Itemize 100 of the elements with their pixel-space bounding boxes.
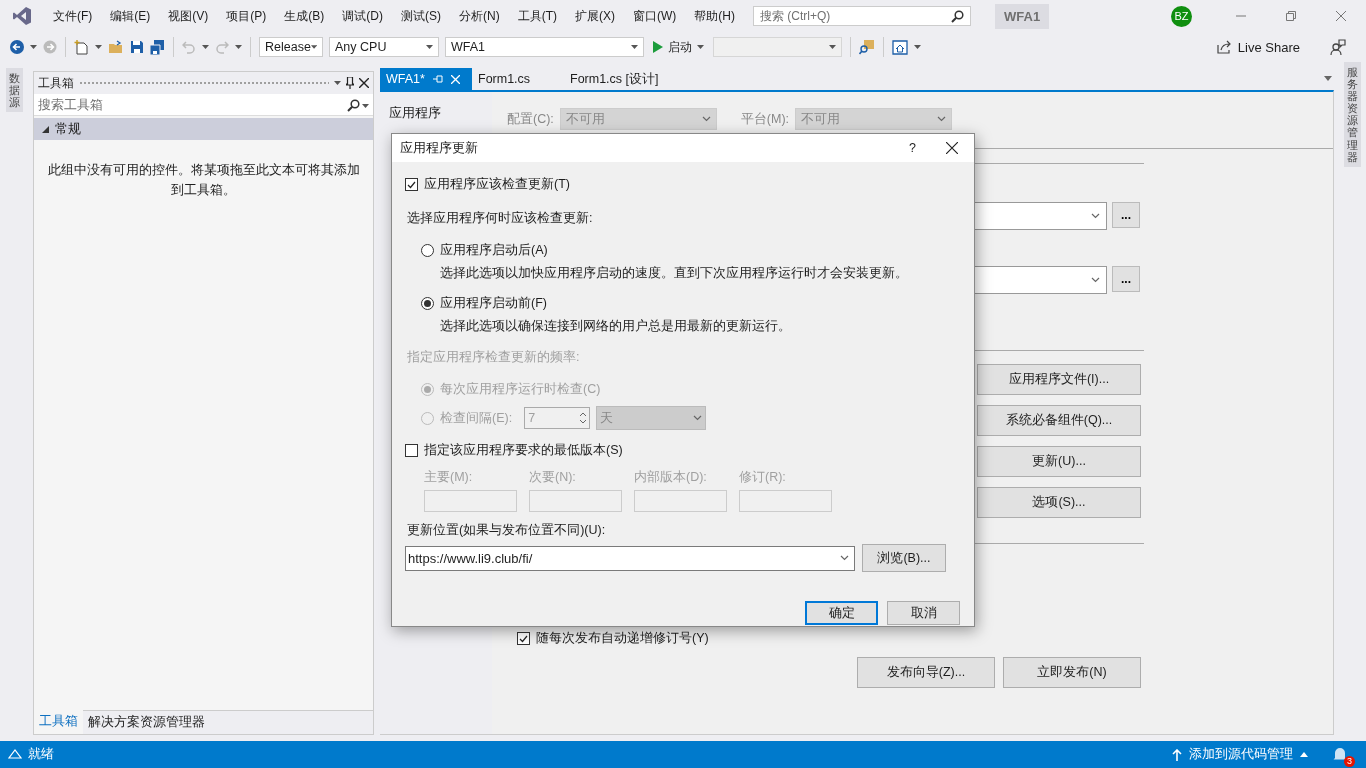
option-description: 选择此选项以加快应用程序启动的速度。直到下次应用程序运行时才会安装更新。 xyxy=(440,265,909,282)
caret-icon xyxy=(334,81,341,85)
publish-button[interactable]: 立即发布(N) xyxy=(1003,657,1141,688)
version-input-field[interactable] xyxy=(424,490,517,512)
configuration-dropdown[interactable]: Release xyxy=(259,37,323,57)
checkbox-label: 指定该应用程序要求的最低版本(S) xyxy=(424,442,623,459)
caret-icon xyxy=(426,45,433,49)
section-label: 指定应用程序检查更新的频率: xyxy=(407,349,581,366)
app-logo-icon xyxy=(12,6,32,26)
settings-button[interactable]: 选项(S)... xyxy=(977,487,1141,518)
menu-item[interactable]: 测试(S) xyxy=(392,7,450,25)
empty-group-message: 此组中没有可用的控件。将某项拖至此文本可将其添加到工具箱。 xyxy=(46,162,361,199)
caret-icon xyxy=(202,45,209,49)
live-share-button[interactable]: Live Share xyxy=(1212,39,1304,55)
help-button[interactable]: ? xyxy=(909,141,916,155)
radio-label: 检查间隔(E): xyxy=(440,409,513,427)
version-input-field[interactable] xyxy=(634,490,727,512)
pin-icon[interactable] xyxy=(346,77,354,89)
server-explorer-tab[interactable]: 服务器资源管理器 xyxy=(1343,62,1361,167)
restore-icon[interactable] xyxy=(1286,11,1296,21)
ok-button[interactable]: 确定 xyxy=(805,601,878,625)
version-label: 修订(R): xyxy=(739,469,787,486)
checkbox[interactable] xyxy=(405,444,418,457)
source-control-button[interactable]: 添加到源代码管理 xyxy=(1172,746,1308,763)
save-icon[interactable] xyxy=(130,40,144,54)
menu-item[interactable]: 扩展(X) xyxy=(566,7,624,25)
section-label: 选择应用程序何时应该检查更新: xyxy=(407,210,594,227)
panel-tab[interactable]: 解决方案资源管理器 xyxy=(83,711,210,734)
search-field[interactable]: 搜索 (Ctrl+Q) xyxy=(753,6,971,26)
platform-dropdown[interactable]: Any CPU xyxy=(329,37,439,57)
radio-button[interactable] xyxy=(421,297,434,310)
caret-icon xyxy=(310,45,317,49)
menu-item[interactable]: 视图(V) xyxy=(159,7,218,25)
settings-button[interactable]: 应用程序文件(I)... xyxy=(977,364,1141,395)
home-window-icon[interactable] xyxy=(892,39,908,55)
cancel-button[interactable]: 取消 xyxy=(887,601,960,625)
config-label: 配置(C): xyxy=(507,110,554,128)
version-input-field[interactable] xyxy=(739,490,832,512)
option-description: 选择此选项以确保连接到网络的用户总是用最新的更新运行。 xyxy=(440,318,792,335)
update-location-field[interactable]: https://www.li9.club/fi/ xyxy=(405,545,855,571)
play-icon xyxy=(653,41,663,53)
bell-icon xyxy=(1332,745,1348,762)
search-icon[interactable] xyxy=(347,99,360,112)
caret-icon xyxy=(697,45,704,49)
notifications-button[interactable]: 3 xyxy=(1332,745,1352,764)
document-tab[interactable]: Form1.cs [设计] xyxy=(564,68,665,90)
solution-name: WFA1 xyxy=(995,3,1050,29)
menu-item[interactable]: 编辑(E) xyxy=(101,7,160,25)
checkbox-label: 应用程序应该检查更新(T) xyxy=(424,176,570,193)
toolbox-title: 工具箱 xyxy=(38,74,74,92)
toolbox-search-field[interactable]: 搜索工具箱 xyxy=(34,94,373,116)
nav-item[interactable]: 应用程序 xyxy=(380,102,492,125)
menu-item[interactable]: 项目(P) xyxy=(217,7,276,25)
radio-button[interactable] xyxy=(421,411,434,425)
checkbox[interactable] xyxy=(405,178,418,191)
startup-project-dropdown[interactable]: WFA1 xyxy=(445,37,644,57)
version-input-field[interactable] xyxy=(529,490,622,512)
menu-item[interactable]: 分析(N) xyxy=(450,7,509,25)
caret-icon xyxy=(362,103,369,108)
checkbox[interactable] xyxy=(517,632,530,645)
menu-item[interactable]: 帮助(H) xyxy=(685,7,744,25)
panel-tab[interactable]: 工具箱 xyxy=(34,710,83,734)
browse-ellipsis-button[interactable]: ... xyxy=(1112,266,1140,292)
save-all-icon[interactable] xyxy=(150,39,165,55)
start-button[interactable]: 启动 xyxy=(650,38,707,56)
menu-item[interactable]: 调试(D) xyxy=(333,7,392,25)
open-folder-icon[interactable] xyxy=(108,40,124,54)
settings-button[interactable]: 更新(U)... xyxy=(977,446,1141,477)
toolbox-group-header[interactable]: 常规 xyxy=(34,118,373,140)
menu-item[interactable]: 文件(F) xyxy=(44,7,102,25)
find-files-icon[interactable] xyxy=(859,39,875,55)
menu-item[interactable]: 工具(T) xyxy=(508,7,566,25)
expander-icon[interactable] xyxy=(42,125,49,133)
publish-button[interactable]: 发布向导(Z)... xyxy=(857,657,995,688)
caret-icon xyxy=(914,45,921,49)
radio-button[interactable] xyxy=(421,244,434,257)
user-avatar[interactable]: BZ xyxy=(1171,5,1192,27)
close-icon[interactable] xyxy=(359,78,369,88)
dialog-title: 应用程序更新 xyxy=(400,139,478,157)
section-label: 更新位置(如果与发布位置不同)(U): xyxy=(407,522,607,539)
browse-button[interactable]: 浏览(B)... xyxy=(862,544,946,572)
tab-list-caret-icon[interactable] xyxy=(1324,76,1332,81)
close-icon[interactable] xyxy=(946,142,958,154)
search-icon xyxy=(951,10,964,23)
feedback-person-icon[interactable] xyxy=(1330,39,1346,55)
new-item-icon[interactable] xyxy=(74,39,89,55)
data-sources-tab[interactable]: 数据源 xyxy=(5,68,23,113)
browse-ellipsis-button[interactable]: ... xyxy=(1112,202,1140,228)
caret-icon xyxy=(1300,752,1308,757)
radio-label: 应用程序启动后(A) xyxy=(440,242,548,259)
radio-button[interactable] xyxy=(421,383,434,396)
radio-label: 每次应用程序运行时检查(C) xyxy=(440,381,601,398)
caret-icon xyxy=(30,45,37,49)
document-tab[interactable]: Form1.cs xyxy=(472,68,564,90)
up-arrow-icon xyxy=(1172,748,1182,761)
menu-item[interactable]: 窗口(W) xyxy=(624,7,686,25)
menu-item[interactable]: 生成(B) xyxy=(275,7,334,25)
settings-button[interactable]: 系统必备组件(Q)... xyxy=(977,405,1141,436)
check-mark-icon xyxy=(407,180,416,189)
back-icon[interactable] xyxy=(10,40,24,54)
